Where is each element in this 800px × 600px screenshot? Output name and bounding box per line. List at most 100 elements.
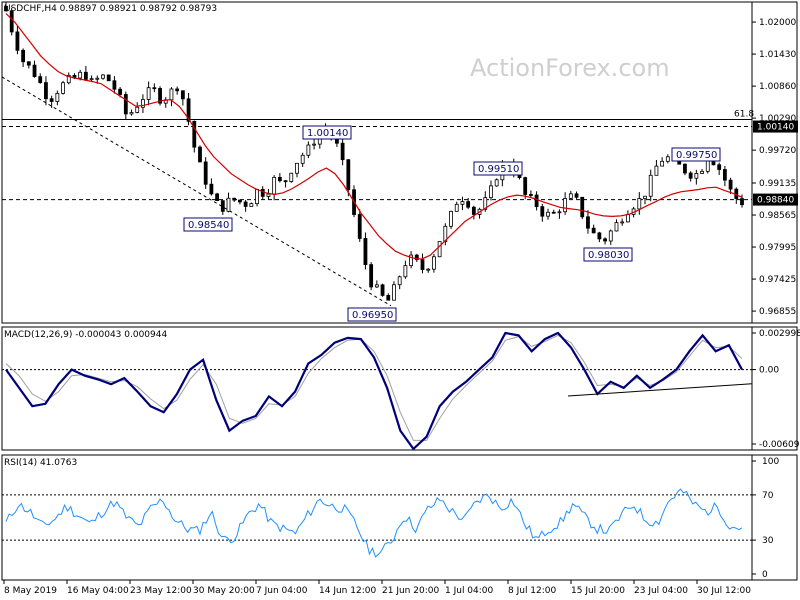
candle-body [694,173,699,179]
candle-body [654,165,659,176]
candle-body [180,90,185,100]
watermark: ActionForex.com [470,54,670,82]
candle-body [534,194,539,208]
price-annotation-label: 0.98030 [588,250,629,261]
candle-body [363,238,368,265]
fib-level-label: 61.8 [734,110,754,120]
candle-body [637,198,642,210]
candle-body [101,74,105,79]
price-annotation-label: 0.98540 [188,220,229,231]
candle-body [648,174,653,197]
x-tick-label: 30 May 20:00 [193,586,255,596]
price-trendline [1,76,392,307]
candle-body [215,193,220,202]
rsi-y-tick-label: 100 [762,457,779,467]
candle-body [44,82,48,100]
candle-body [123,94,128,115]
candle-body [740,198,744,206]
candle-body [198,146,202,163]
x-tick-label: 14 Jun 12:00 [319,586,376,596]
price-annotation-label: 0.96950 [352,310,393,321]
candle-body [38,76,43,83]
candle-body [643,195,647,199]
candle-body [226,197,231,212]
candle-body [61,82,65,94]
macd-line [5,331,743,451]
candle-body [15,31,20,51]
candle-body [209,183,214,195]
macd-panel-title: MACD(12,26,9) -0.000043 0.000944 [4,330,168,340]
candle-body [449,210,453,227]
candle-body [49,98,54,102]
x-tick-label: 1 Jul 04:00 [445,586,494,596]
price-tag-label: 0.98840 [757,196,794,206]
x-tick-label: 30 Jul 12:00 [697,586,751,596]
candle-body [312,143,316,146]
price-y-tick-label: 0.99720 [759,146,796,156]
macd-y-tick-label: 0.002998 [759,329,800,339]
candle-body [295,162,299,174]
candle-body [21,49,26,63]
candle-body [129,112,134,115]
candle-body [688,172,693,179]
candle-body [437,241,442,258]
x-tick-label: 7 Jun 04:00 [256,586,308,596]
candle-body [357,214,362,239]
panel-frames [1,1,798,581]
candle-body [540,206,545,217]
price-annotation-label: 0.99510 [478,164,519,175]
candle-body [489,185,493,199]
candle-body [277,176,282,182]
x-tick-label: 23 May 12:00 [130,586,192,596]
candle-body [546,211,550,217]
candle-body [426,268,431,271]
rsi-panel: 100 70 30 0 [2,457,779,580]
x-axis: 8 May 2019 16 May 04:00 23 May 12:00 30 May… [3,580,751,596]
candle-body [665,156,670,162]
candle-body [580,196,585,218]
candle-body [557,211,562,214]
watermark-text: ActionForex.com [470,54,670,82]
candle-body [266,193,271,197]
price-y-tick-label: 0.98565 [759,211,796,221]
chart-svg: ActionForex.com 1.02000 1.01430 1.00860 1.0… [1,1,800,596]
candle-body [118,88,123,95]
candle-body [386,295,391,301]
candle-body [220,200,225,212]
candle-body [700,170,704,174]
candle-body [238,199,242,203]
rsi-panel-title: RSI(14) 41.0763 [4,458,78,468]
price-y-tick-label: 0.97425 [759,275,796,285]
candle-body [660,160,665,167]
candle-body [289,172,294,182]
candle-body [454,203,459,212]
candle-body [494,179,499,187]
candle-body [83,71,88,80]
price-annotation-label: 1.00140 [307,128,348,139]
x-tick-label: 8 May 2019 [4,586,57,596]
candle-body [420,259,425,270]
price-tag-label: 1.00140 [757,123,794,133]
candle-body [728,179,733,190]
candle-body [300,154,305,164]
candle-body [620,221,625,224]
candle-body [89,78,94,81]
rsi-y-tick-label: 70 [762,491,774,501]
candle-body [272,176,277,195]
x-tick-label: 8 Jul 12:00 [508,586,557,596]
x-tick-label: 16 May 04:00 [67,586,129,596]
candle-body [26,61,31,66]
candle-body [369,264,374,288]
candle-body [683,163,687,174]
candle-body [95,77,100,80]
candle-body [232,197,237,201]
rsi-line [5,488,743,558]
candle-body [249,203,254,207]
price-annotation-label: 0.99750 [676,150,717,161]
candle-body [586,216,590,229]
candle-body [597,232,602,240]
candle-body [722,169,727,181]
candle-body [380,284,385,296]
price-y-tick-label: 1.00860 [759,82,796,92]
candle-body [146,87,151,100]
